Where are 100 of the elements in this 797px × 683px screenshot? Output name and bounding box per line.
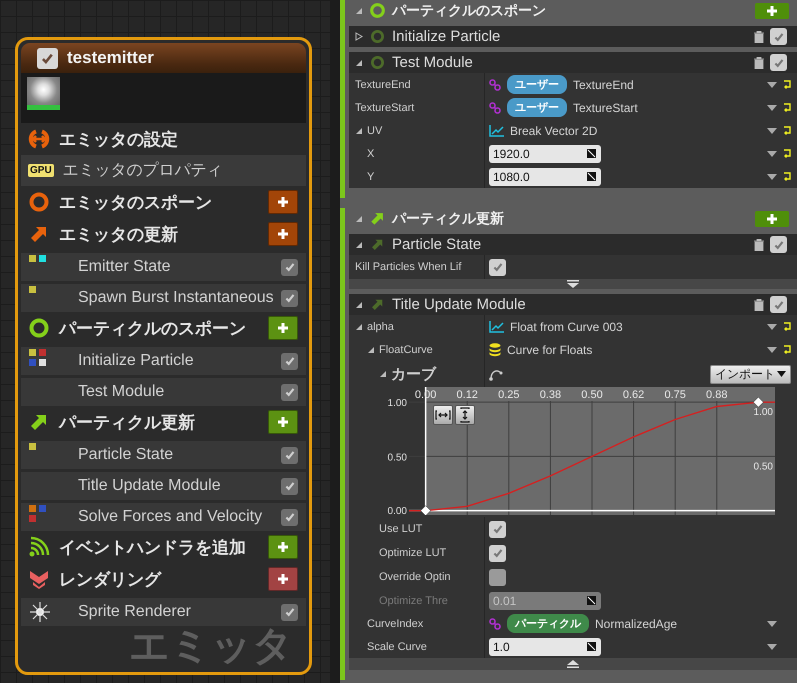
property-label: Scale Curve xyxy=(367,640,427,652)
fit-horizontal-button[interactable] xyxy=(433,405,453,425)
ring-icon xyxy=(370,29,385,44)
add-button[interactable] xyxy=(755,210,789,226)
trash-icon[interactable] xyxy=(754,30,764,42)
trash-icon[interactable] xyxy=(754,298,764,310)
add-button[interactable] xyxy=(268,316,298,340)
add-button[interactable] xyxy=(755,2,789,18)
checkbox[interactable] xyxy=(281,446,298,464)
number-field[interactable]: 1080.0 xyxy=(489,168,601,186)
parameter-value: TextureEnd xyxy=(573,78,634,92)
drag-handle-icon[interactable] xyxy=(587,172,596,181)
axis-label: 0.75 xyxy=(664,389,686,401)
checkbox[interactable] xyxy=(489,520,506,538)
dropdown-caret-icon[interactable] xyxy=(767,620,777,626)
collapse-arrow-icon[interactable] xyxy=(355,32,363,41)
checkbox[interactable] xyxy=(281,352,298,370)
checkbox[interactable] xyxy=(770,236,787,253)
expand-arrow-icon[interactable] xyxy=(367,346,375,354)
dropdown-caret-icon[interactable] xyxy=(767,150,777,156)
checkbox[interactable] xyxy=(770,54,787,71)
expand-arrow-icon[interactable] xyxy=(355,300,363,308)
expand-arrow-icon[interactable] xyxy=(355,6,363,14)
number-field[interactable]: 1.0 xyxy=(489,638,601,656)
reset-arrow-icon[interactable] xyxy=(783,149,791,158)
property-label: Kill Particles When Lif xyxy=(355,261,462,273)
node-title: testemitter xyxy=(67,48,154,68)
stage-label[interactable]: エミッタのスポーン xyxy=(59,190,212,214)
key-marker[interactable] xyxy=(420,505,431,515)
show-less-icon[interactable] xyxy=(567,660,579,668)
checkbox[interactable] xyxy=(281,290,298,306)
stage-label[interactable]: エミッタの更新 xyxy=(59,222,178,246)
input-value: Break Vector 2D xyxy=(510,124,598,138)
module-label[interactable]: Test Module xyxy=(78,383,164,401)
checkmark-icon xyxy=(772,238,784,250)
link-icon xyxy=(489,78,501,90)
stage-label[interactable]: イベントハンドラを追加 xyxy=(59,536,246,558)
add-button[interactable] xyxy=(268,535,298,559)
add-button[interactable] xyxy=(268,222,298,246)
add-button[interactable] xyxy=(268,410,298,434)
sparkle-icon xyxy=(29,601,51,623)
dropdown-caret-icon[interactable] xyxy=(767,82,777,88)
expand-arrow-icon[interactable] xyxy=(379,370,387,378)
checkbox[interactable] xyxy=(281,478,298,494)
property-label: TextureEnd xyxy=(355,78,411,90)
add-button[interactable] xyxy=(268,567,298,591)
dropdown-caret-icon[interactable] xyxy=(767,174,777,180)
plus-icon xyxy=(277,573,289,585)
dropdown-caret-icon[interactable] xyxy=(767,104,777,110)
dropdown-caret-icon[interactable] xyxy=(767,128,777,134)
expand-arrow-icon[interactable] xyxy=(355,240,363,248)
dropdown-caret-icon[interactable] xyxy=(767,346,777,352)
reset-arrow-icon[interactable] xyxy=(783,345,791,354)
reset-arrow-icon[interactable] xyxy=(783,322,791,331)
stage-label[interactable]: パーティクル更新 xyxy=(59,410,195,434)
checkbox[interactable] xyxy=(770,296,787,313)
reset-arrow-icon[interactable] xyxy=(783,80,791,89)
checkbox[interactable] xyxy=(489,258,506,276)
property-label: X xyxy=(367,148,374,160)
ring-icon xyxy=(370,55,385,70)
checkmark-icon xyxy=(772,298,784,310)
stage-label[interactable]: エミッタの設定 xyxy=(59,128,178,150)
show-more-icon[interactable] xyxy=(567,280,579,288)
checkbox[interactable] xyxy=(770,28,787,45)
trash-icon[interactable] xyxy=(754,56,764,68)
stage-label[interactable]: レンダリング xyxy=(59,568,161,590)
checkbox[interactable] xyxy=(489,568,506,586)
checkbox[interactable] xyxy=(37,48,58,68)
property-label: Override Optin xyxy=(379,571,451,583)
reset-arrow-icon[interactable] xyxy=(783,172,791,181)
link-icon xyxy=(489,102,501,114)
dropdown-caret-icon[interactable] xyxy=(767,324,777,330)
drag-handle-icon[interactable] xyxy=(587,149,596,158)
stage-label[interactable]: パーティクルのスポーン xyxy=(59,316,246,340)
expand-arrow-icon[interactable] xyxy=(355,322,363,330)
checkbox[interactable] xyxy=(281,508,298,526)
checkbox[interactable] xyxy=(281,384,298,400)
dropdown-caret-icon[interactable] xyxy=(767,644,777,650)
checkbox[interactable] xyxy=(281,258,298,276)
checkbox[interactable] xyxy=(281,604,298,620)
plus-icon xyxy=(277,228,289,240)
emitter-node[interactable] xyxy=(15,37,312,675)
number-field[interactable]: 1920.0 xyxy=(489,144,601,162)
key-marker[interactable] xyxy=(753,396,764,408)
axis-label: 0.50 xyxy=(754,461,773,472)
trash-icon[interactable] xyxy=(754,238,764,250)
properties-label[interactable]: エミッタのプロパティ xyxy=(62,160,223,181)
add-button[interactable] xyxy=(268,190,298,214)
expand-arrow-icon[interactable] xyxy=(355,214,363,222)
fit-vertical-button[interactable] xyxy=(455,405,475,425)
reset-arrow-icon[interactable] xyxy=(783,103,791,112)
checkbox[interactable] xyxy=(489,544,506,562)
reset-arrow-icon[interactable] xyxy=(783,126,791,135)
parameter-value: TextureStart xyxy=(573,100,638,114)
import-button[interactable]: インポート xyxy=(710,364,791,384)
expand-arrow-icon[interactable] xyxy=(355,126,363,134)
drag-handle-icon[interactable] xyxy=(587,642,596,651)
fit-vertical-icon xyxy=(460,407,470,423)
module-title: Particle State xyxy=(392,236,482,253)
expand-arrow-icon[interactable] xyxy=(355,58,363,66)
